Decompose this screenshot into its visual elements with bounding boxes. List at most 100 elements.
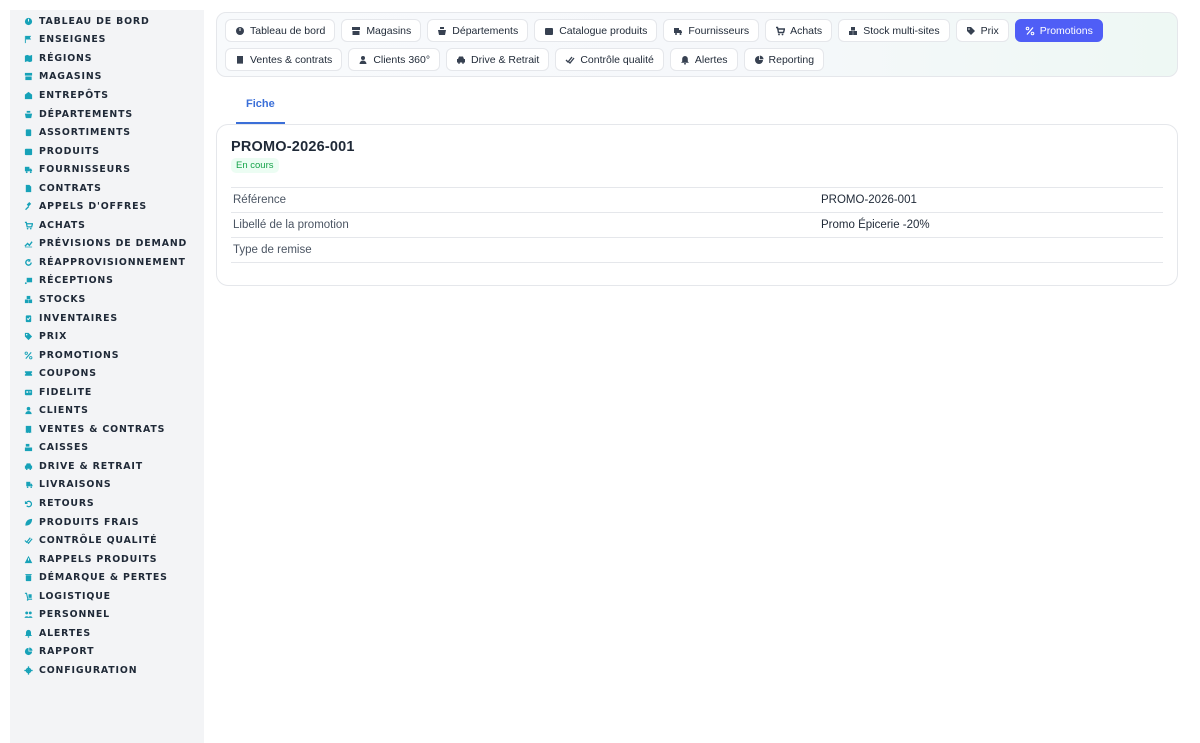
sidebar-item-rapport[interactable]: Rapport — [10, 643, 204, 662]
car-icon — [24, 462, 33, 471]
sidebar-item-alertes[interactable]: Alertes — [10, 624, 204, 643]
sidebar-item-promotions[interactable]: Promotions — [10, 346, 204, 365]
sidebar-item-regions[interactable]: Régions — [10, 49, 204, 68]
sidebar-item-label: Contrôle qualité — [39, 535, 158, 547]
sidebar-item-inventaires[interactable]: Inventaires — [10, 309, 204, 328]
sidebar-item-label: Départements — [39, 108, 133, 120]
undo-icon — [24, 499, 33, 508]
sidebar-item-label: Logistique — [39, 590, 111, 602]
nav-button-clients-360[interactable]: Clients 360° — [348, 48, 441, 71]
sidebar-item-fournisseurs[interactable]: Fournisseurs — [10, 160, 204, 179]
sidebar-item-contrats[interactable]: Contrats — [10, 179, 204, 198]
sidebar-item-prix[interactable]: Prix — [10, 327, 204, 346]
sidebar-item-label: Livraisons — [39, 479, 112, 491]
sidebar-item-departements[interactable]: Départements — [10, 105, 204, 124]
sidebar: Tableau de bord Enseignes Régions Magasins E… — [10, 10, 204, 743]
sidebar-item-caisses[interactable]: Caisses — [10, 439, 204, 458]
sidebar-item-previsions-de-demand[interactable]: Prévisions de demand — [10, 235, 204, 254]
sidebar-item-tableau-de-bord[interactable]: Tableau de bord — [10, 12, 204, 31]
sidebar-item-label: Contrats — [39, 182, 102, 194]
sidebar-item-label: Clients — [39, 405, 89, 417]
sidebar-item-demarque-pertes[interactable]: Démarque & pertes — [10, 568, 204, 587]
sidebar-item-ventes-contrats[interactable]: Ventes & contrats — [10, 420, 204, 439]
sidebar-item-magasins[interactable]: Magasins — [10, 68, 204, 87]
sidebar-item-retours[interactable]: Retours — [10, 494, 204, 513]
field-value: PROMO-2026-001 — [821, 194, 917, 206]
check-double-icon — [565, 55, 575, 65]
sidebar-item-label: Promotions — [39, 349, 120, 361]
nav-button-stock-multi-sites[interactable]: Stock multi-sites — [838, 19, 950, 42]
nav-button-label: Reporting — [768, 53, 815, 66]
nav-button-label: Achats — [790, 24, 823, 37]
sidebar-item-assortiments[interactable]: Assortiments — [10, 123, 204, 142]
table-row: Type de remise — [231, 238, 1163, 263]
dashboard-icon — [24, 17, 33, 26]
nav-button-fournisseurs[interactable]: Fournisseurs — [663, 19, 760, 42]
pie-chart-icon — [24, 647, 33, 656]
nav-button-catalogue-produits[interactable]: Catalogue produits — [534, 19, 658, 42]
percent-icon — [24, 351, 33, 360]
sidebar-item-receptions[interactable]: Réceptions — [10, 272, 204, 291]
shipping-fast-icon — [24, 480, 33, 489]
sidebar-item-achats[interactable]: Achats — [10, 216, 204, 235]
sidebar-item-stocks[interactable]: Stocks — [10, 290, 204, 309]
sidebar-item-coupons[interactable]: Coupons — [10, 364, 204, 383]
sidebar-item-clients[interactable]: Clients — [10, 401, 204, 420]
map-icon — [24, 54, 33, 63]
sidebar-item-fidelite[interactable]: Fidelite — [10, 383, 204, 402]
sidebar-item-label: Prix — [39, 331, 68, 343]
pie-chart-icon — [754, 55, 764, 65]
sidebar-item-personnel[interactable]: Personnel — [10, 606, 204, 625]
status-badge: En cours — [231, 158, 279, 173]
tab-fiche[interactable]: Fiche — [236, 94, 285, 124]
cash-register-icon — [24, 443, 33, 452]
sidebar-item-reapprovisionnement[interactable]: Réapprovisionnement — [10, 253, 204, 272]
nav-button-label: Fournisseurs — [688, 24, 750, 37]
percent-icon — [1025, 26, 1035, 36]
sidebar-item-logistique[interactable]: Logistique — [10, 587, 204, 606]
sidebar-item-label: Ventes & contrats — [39, 423, 166, 435]
sidebar-item-label: Fidelite — [39, 386, 93, 398]
warehouse-icon — [24, 91, 33, 100]
sidebar-item-rappels-produits[interactable]: Rappels produits — [10, 550, 204, 569]
sidebar-item-label: Réceptions — [39, 275, 114, 287]
nav-button-label: Magasins — [366, 24, 412, 37]
nav-button-label: Prix — [980, 24, 999, 37]
sidebar-item-enseignes[interactable]: Enseignes — [10, 31, 204, 50]
nav-button-prix[interactable]: Prix — [955, 19, 1009, 42]
field-label: Référence — [233, 194, 287, 206]
nav-button-promotions[interactable]: Promotions — [1014, 19, 1103, 42]
refresh-icon — [24, 258, 33, 267]
nav-button-ventes-contrats[interactable]: Ventes & contrats — [225, 48, 343, 71]
sidebar-item-drive-retrait[interactable]: Drive & retrait — [10, 457, 204, 476]
sidebar-item-entrepots[interactable]: Entrepôts — [10, 86, 204, 105]
gear-icon — [24, 666, 33, 675]
nav-button-label: Drive & Retrait — [471, 53, 540, 66]
sidebar-item-label: Rapport — [39, 646, 95, 658]
sidebar-item-controle-qualite[interactable]: Contrôle qualité — [10, 531, 204, 550]
sidebar-item-produits-frais[interactable]: Produits frais — [10, 513, 204, 532]
box-icon — [24, 147, 33, 156]
boxes-icon — [848, 26, 858, 36]
nav-button-controle-qualite[interactable]: Contrôle qualité — [555, 48, 664, 71]
bell-icon — [680, 55, 690, 65]
sidebar-item-produits[interactable]: Produits — [10, 142, 204, 161]
sidebar-item-label: Personnel — [39, 609, 110, 621]
user-icon — [358, 55, 368, 65]
nav-button-magasins[interactable]: Magasins — [341, 19, 422, 42]
sidebar-item-label: Inventaires — [39, 312, 118, 324]
nav-button-achats[interactable]: Achats — [765, 19, 833, 42]
nav-button-tableau-de-bord[interactable]: Tableau de bord — [225, 19, 336, 42]
nav-button-drive-retrait[interactable]: Drive & Retrait — [446, 48, 550, 71]
nav-button-alertes[interactable]: Alertes — [669, 48, 738, 71]
nav-button-departements[interactable]: Départements — [427, 19, 529, 42]
sidebar-item-label: Retours — [39, 497, 95, 509]
clipboard-icon — [24, 128, 33, 137]
sidebar-item-appels-d-offres[interactable]: Appels d'offres — [10, 197, 204, 216]
record-card: PROMO-2026-001 En cours Référence PROMO-… — [216, 124, 1178, 286]
nav-button-label: Promotions — [1039, 24, 1093, 37]
nav-button-reporting[interactable]: Reporting — [743, 48, 825, 71]
sidebar-item-livraisons[interactable]: Livraisons — [10, 476, 204, 495]
sidebar-item-label: Configuration — [39, 664, 138, 676]
sidebar-item-configuration[interactable]: Configuration — [10, 661, 204, 680]
